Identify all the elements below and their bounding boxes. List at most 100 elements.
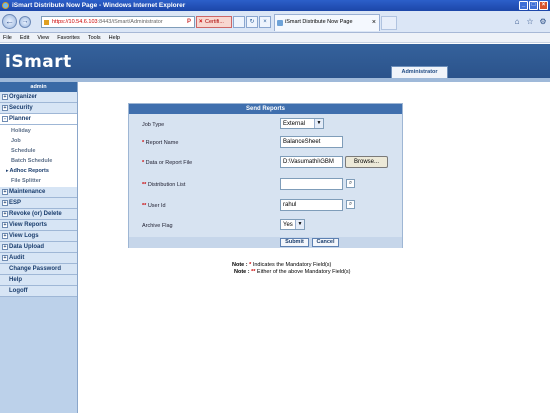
window-title: iSmart Distribute Now Page - Windows Int… bbox=[12, 2, 186, 9]
internet-explorer-icon bbox=[2, 2, 9, 9]
certificate-error-icon bbox=[44, 20, 49, 25]
new-tab-button[interactable] bbox=[381, 16, 397, 30]
menu-edit[interactable]: Edit bbox=[20, 33, 29, 42]
menu-file[interactable]: File bbox=[3, 33, 12, 42]
search-go-icon[interactable]: P bbox=[184, 17, 194, 27]
sidebar-item-audit[interactable]: + Audit bbox=[0, 253, 77, 264]
menu-view[interactable]: View bbox=[37, 33, 49, 42]
back-button[interactable]: ← bbox=[2, 14, 17, 29]
sidebar-item-label: View Reports bbox=[9, 222, 47, 228]
sidebar-subitem-file-splitter[interactable]: File Splitter bbox=[0, 176, 77, 186]
search-icon[interactable]: ⌕ bbox=[346, 200, 355, 209]
required-marker: * bbox=[142, 140, 145, 146]
expand-icon: + bbox=[2, 200, 8, 206]
browse-button[interactable]: Browse... bbox=[345, 156, 388, 168]
browser-tab[interactable]: iSmart Distribute Now Page × bbox=[274, 14, 380, 31]
job-type-value: External bbox=[283, 121, 306, 127]
sidebar-subitem-adhoc-reports[interactable]: Adhoc Reports bbox=[0, 166, 77, 176]
archive-flag-value: Yes bbox=[283, 222, 293, 228]
maximize-button[interactable]: □ bbox=[529, 1, 538, 10]
menu-tools[interactable]: Tools bbox=[88, 33, 101, 42]
search-icon[interactable]: ⌕ bbox=[346, 179, 355, 188]
mandatory-notes: Note : * Indicates the Mandatory Field(s… bbox=[232, 262, 350, 276]
favorites-icon[interactable]: ☆ bbox=[525, 17, 535, 27]
sidebar-subitem-job[interactable]: Job bbox=[0, 136, 77, 146]
report-name-row: * Report Name BalanceSheet bbox=[129, 134, 402, 152]
sidebar-item-data-upload[interactable]: + Data Upload bbox=[0, 242, 77, 253]
sidebar-item-help[interactable]: Help bbox=[0, 275, 77, 286]
sidebar-item-change-password[interactable]: Change Password bbox=[0, 264, 77, 275]
menu-help[interactable]: Help bbox=[109, 33, 120, 42]
sidebar-subitem-schedule[interactable]: Schedule bbox=[0, 146, 77, 156]
header-divider bbox=[0, 78, 550, 82]
note-prefix: Note : bbox=[234, 269, 250, 275]
user-id-row: ** User Id rahul ⌕ bbox=[129, 197, 402, 215]
tab-close-button[interactable]: × bbox=[372, 15, 376, 30]
distribution-list-input[interactable] bbox=[280, 178, 343, 190]
sidebar-item-esp[interactable]: + ESP bbox=[0, 198, 77, 209]
panel-title: Send Reports bbox=[129, 104, 402, 114]
archive-flag-select[interactable]: Yes ▼ bbox=[280, 219, 305, 230]
stop-button[interactable]: × bbox=[259, 16, 271, 28]
home-icon[interactable]: ⌂ bbox=[512, 17, 522, 27]
report-name-input[interactable]: BalanceSheet bbox=[280, 136, 343, 148]
sidebar-item-view-logs[interactable]: + View Logs bbox=[0, 231, 77, 242]
collapse-icon: - bbox=[2, 116, 8, 122]
expand-icon: + bbox=[2, 189, 8, 195]
user-id-input[interactable]: rahul bbox=[280, 199, 343, 211]
compatibility-view-icon[interactable] bbox=[233, 16, 245, 28]
required-marker: ** bbox=[142, 203, 147, 209]
distribution-list-label: ** Distribution List bbox=[142, 182, 185, 188]
user-id-label-text: User Id bbox=[147, 203, 166, 209]
close-window-button[interactable]: × bbox=[539, 1, 548, 10]
sidebar-item-organizer[interactable]: + Organizer bbox=[0, 92, 77, 103]
sidebar-item-label: Planner bbox=[9, 116, 32, 122]
job-type-row: Job Type External ▼ bbox=[129, 116, 402, 134]
sidebar-item-revoke-delete[interactable]: + Revoke (or) Delete bbox=[0, 209, 77, 220]
archive-flag-label: Archive Flag bbox=[142, 223, 173, 229]
chevron-down-icon: ▼ bbox=[295, 220, 304, 229]
job-type-select[interactable]: External ▼ bbox=[280, 118, 324, 129]
data-file-label-text: Data or Report File bbox=[145, 160, 193, 166]
data-file-input[interactable]: D:\Vasumathi\GBM bbox=[280, 156, 343, 168]
certificate-error-button[interactable]: × Certifi... bbox=[196, 16, 232, 28]
url-host: https://10.54.6.103 bbox=[52, 19, 98, 25]
ismart-logo: iSmart bbox=[5, 52, 72, 72]
sidebar-item-view-reports[interactable]: + View Reports bbox=[0, 220, 77, 231]
form-button-bar: Submit Cancel bbox=[129, 237, 402, 248]
sidebar-item-planner[interactable]: - Planner bbox=[0, 114, 77, 125]
sidebar-item-label: Maintenance bbox=[9, 189, 46, 195]
note-prefix: Note : bbox=[232, 262, 248, 268]
chevron-down-icon: ▼ bbox=[314, 119, 323, 128]
expand-icon: + bbox=[2, 94, 8, 100]
sidebar-subitem-batch-schedule[interactable]: Batch Schedule bbox=[0, 156, 77, 166]
forward-button[interactable]: → bbox=[19, 16, 31, 28]
address-bar[interactable]: https://10.54.6.103:8443/iSmart/Administ… bbox=[41, 16, 195, 28]
sidebar-item-logoff[interactable]: Logoff bbox=[0, 286, 77, 297]
page-favicon bbox=[277, 20, 283, 26]
data-file-label: * Data or Report File bbox=[142, 160, 192, 166]
note-text: Indicates the Mandatory Field(s) bbox=[251, 262, 332, 268]
expand-icon: + bbox=[2, 222, 8, 228]
cancel-button[interactable]: Cancel bbox=[312, 238, 339, 247]
job-type-label: Job Type bbox=[142, 122, 165, 128]
submit-button[interactable]: Submit bbox=[280, 238, 309, 247]
distribution-list-row: ** Distribution List ⌕ bbox=[129, 176, 402, 194]
expand-icon: + bbox=[2, 244, 8, 250]
app-header bbox=[0, 44, 550, 82]
sidebar: admin + Organizer + Security - Planner Holi… bbox=[0, 82, 78, 413]
sidebar-subitem-holiday[interactable]: Holiday bbox=[0, 126, 77, 136]
tab-administrator[interactable]: Administrator bbox=[391, 66, 448, 78]
note-text: Either of the above Mandatory Field(s) bbox=[255, 269, 351, 275]
tools-icon[interactable]: ⚙ bbox=[538, 17, 548, 27]
refresh-button[interactable]: ↻ bbox=[246, 16, 258, 28]
sidebar-user-title: admin bbox=[0, 82, 77, 92]
menu-favorites[interactable]: Favorites bbox=[57, 33, 80, 42]
sidebar-item-maintenance[interactable]: + Maintenance bbox=[0, 187, 77, 198]
report-name-label: * Report Name bbox=[142, 140, 178, 146]
report-name-label-text: Report Name bbox=[145, 140, 179, 146]
menu-bar: File Edit View Favorites Tools Help bbox=[0, 33, 550, 43]
minimize-button[interactable]: _ bbox=[519, 1, 528, 10]
sidebar-item-label: Data Upload bbox=[9, 244, 45, 250]
sidebar-item-security[interactable]: + Security bbox=[0, 103, 77, 114]
